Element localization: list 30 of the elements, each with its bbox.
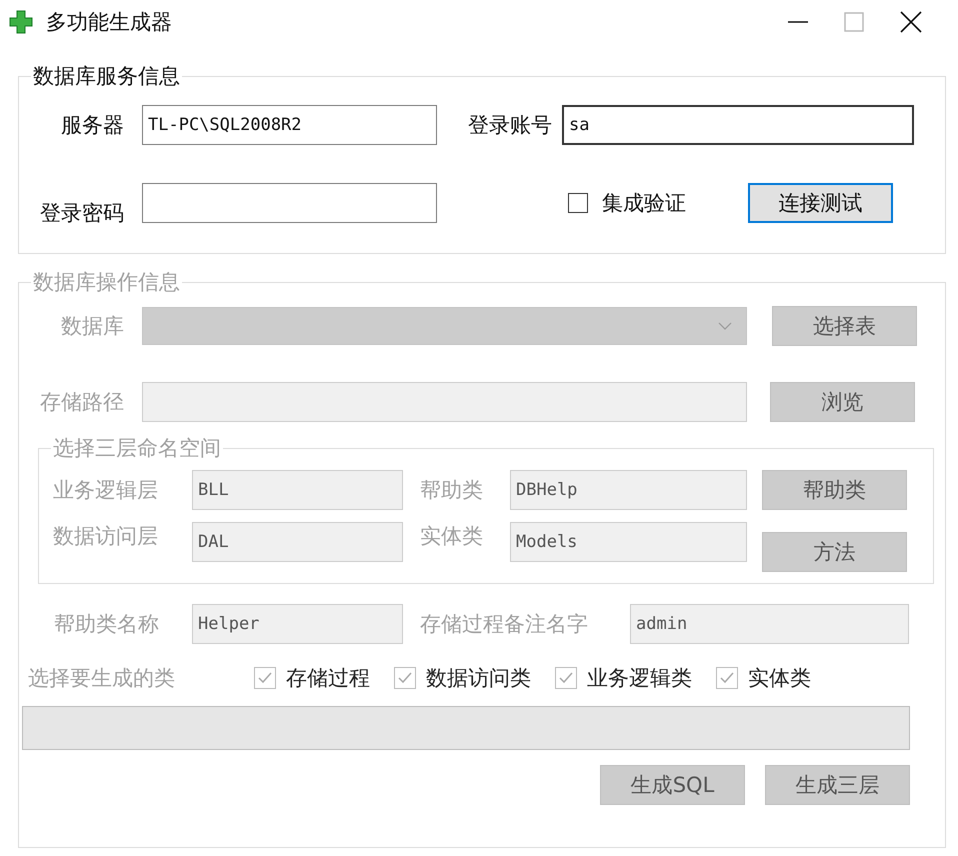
checkbox-label: 存储过程 (286, 665, 370, 692)
field-label: 存储过程备注名字 (420, 611, 589, 638)
field-label: 登录密码 (39, 200, 124, 227)
plus-icon (8, 9, 34, 35)
server-field[interactable]: TL-PC\SQL2008R2 (142, 105, 437, 145)
field-label: 帮助类名称 (53, 611, 160, 638)
checkbox-label: 集成验证 (602, 190, 686, 217)
password-field[interactable] (142, 183, 437, 223)
field-label: 数据库 (60, 313, 124, 340)
close-icon[interactable] (900, 11, 922, 33)
group-title: 数据库服务信息 (32, 63, 181, 90)
chevron-down-icon (718, 322, 732, 330)
account-field[interactable]: sa (562, 105, 914, 145)
field-label: 业务逻辑层 (52, 477, 159, 504)
checkbox[interactable] (568, 193, 588, 213)
field-label: 选择要生成的类 (27, 665, 176, 692)
field-label: 服务器 (60, 112, 124, 139)
field-label: 帮助类 (420, 477, 484, 504)
group-title: 数据库操作信息 (32, 269, 181, 296)
window-title: 多功能生成器 (46, 9, 172, 36)
group-title: 选择三层命名空间 (52, 435, 222, 462)
field-label: 数据访问层 (52, 523, 159, 550)
checkbox-label: 数据访问类 (426, 665, 531, 692)
field-label: 实体类 (420, 523, 484, 550)
test-connection-button[interactable]: 连接测试 (748, 183, 893, 223)
checkbox-label: 业务逻辑类 (587, 665, 692, 692)
checkbox-label: 实体类 (748, 665, 811, 692)
field-label: 登录账号 (467, 112, 552, 139)
maximize-icon[interactable] (844, 12, 864, 32)
field-label: 存储路径 (39, 389, 124, 416)
